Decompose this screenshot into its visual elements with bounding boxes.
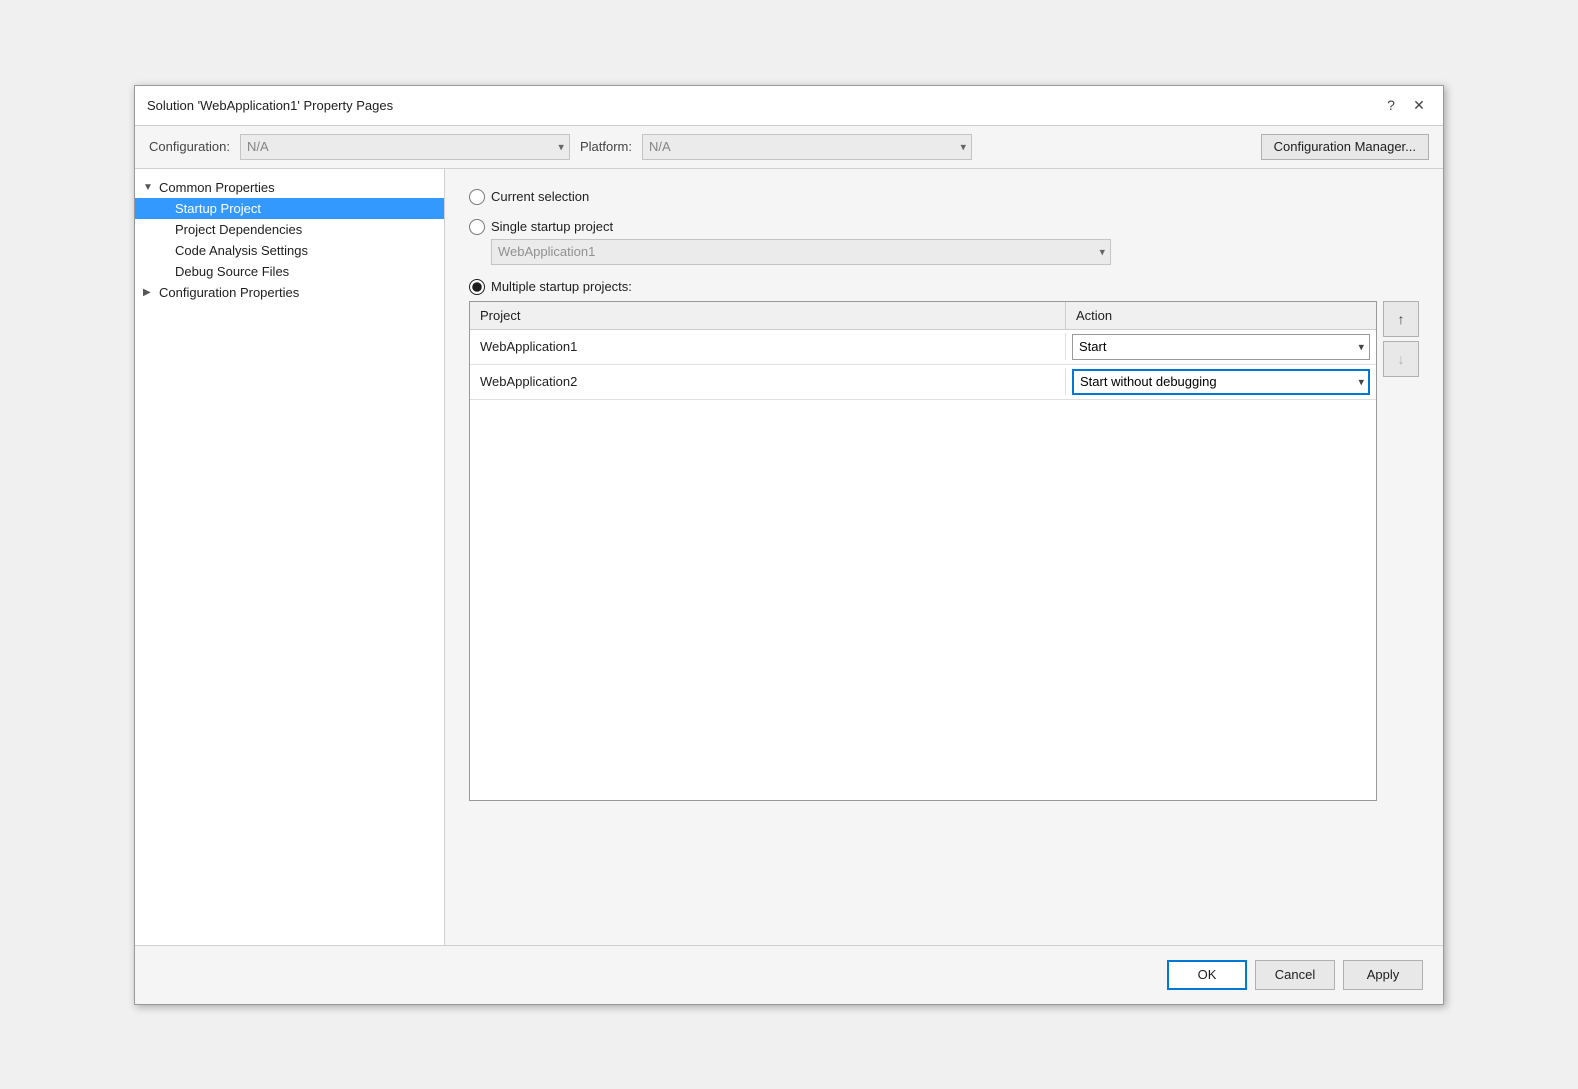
project-dependencies-label: Project Dependencies xyxy=(175,222,302,237)
sidebar-item-debug-source-files[interactable]: Debug Source Files xyxy=(135,261,444,282)
sidebar-item-code-analysis-settings[interactable]: Code Analysis Settings xyxy=(135,240,444,261)
table-header: Project Action xyxy=(470,302,1376,330)
title-bar: Solution 'WebApplication1' Property Page… xyxy=(135,86,1443,126)
sidebar-item-configuration-properties[interactable]: ▶ Configuration Properties xyxy=(135,282,444,303)
single-startup-row: Single startup project xyxy=(469,219,1419,235)
row1-project: WebApplication1 xyxy=(470,333,1066,360)
row1-action-cell: None Start Start without debugging xyxy=(1066,330,1376,364)
row2-action-select[interactable]: None Start Start without debugging xyxy=(1072,369,1370,395)
table-row: WebApplication1 None Start Start without… xyxy=(470,330,1376,365)
sidebar-item-project-dependencies[interactable]: Project Dependencies xyxy=(135,219,444,240)
code-analysis-label: Code Analysis Settings xyxy=(175,243,308,258)
move-down-button[interactable]: ↓ xyxy=(1383,341,1419,377)
row2-project: WebApplication2 xyxy=(470,368,1066,395)
single-startup-section: Single startup project WebApplication1 xyxy=(469,219,1419,265)
startup-project-label: Startup Project xyxy=(175,201,261,216)
apply-button[interactable]: Apply xyxy=(1343,960,1423,990)
property-pages-dialog: Solution 'WebApplication1' Property Page… xyxy=(134,85,1444,1005)
sidebar: ▼ Common Properties Startup Project Proj… xyxy=(135,169,445,945)
projects-table: Project Action WebApplication1 xyxy=(469,301,1377,801)
single-startup-label[interactable]: Single startup project xyxy=(491,219,613,234)
main-content: ▼ Common Properties Startup Project Proj… xyxy=(135,169,1443,945)
col-project: Project xyxy=(470,302,1066,329)
sidebar-item-common-properties[interactable]: ▼ Common Properties xyxy=(135,177,444,198)
radio-group: Current selection Single startup project… xyxy=(469,189,1419,801)
ok-button[interactable]: OK xyxy=(1167,960,1247,990)
table-empty-area xyxy=(470,400,1376,780)
row1-action-select[interactable]: None Start Start without debugging xyxy=(1072,334,1370,360)
row2-action-select-wrap: None Start Start without debugging xyxy=(1072,369,1370,395)
single-startup-select[interactable]: WebApplication1 xyxy=(491,239,1111,265)
title-bar-buttons: ? ✕ xyxy=(1379,93,1431,117)
multiple-startup-section: Multiple startup projects: Project Actio… xyxy=(469,279,1419,801)
cancel-button[interactable]: Cancel xyxy=(1255,960,1335,990)
platform-select-wrap: N/A xyxy=(642,134,972,160)
dialog-title: Solution 'WebApplication1' Property Page… xyxy=(147,98,393,113)
close-button[interactable]: ✕ xyxy=(1407,93,1431,117)
table-row: WebApplication2 None Start Start without… xyxy=(470,365,1376,400)
right-panel: Current selection Single startup project… xyxy=(445,169,1443,945)
config-select-wrap: N/A xyxy=(240,134,570,160)
common-properties-arrow: ▼ xyxy=(143,182,159,193)
move-buttons: ↑ ↓ xyxy=(1383,301,1419,377)
config-label: Configuration: xyxy=(149,139,230,154)
platform-select[interactable]: N/A xyxy=(642,134,972,160)
move-up-button[interactable]: ↑ xyxy=(1383,301,1419,337)
common-properties-label: Common Properties xyxy=(159,180,275,195)
single-startup-dropdown-section: WebApplication1 xyxy=(491,239,1419,265)
debug-source-label: Debug Source Files xyxy=(175,264,289,279)
sidebar-item-startup-project[interactable]: Startup Project xyxy=(135,198,444,219)
projects-table-container: Project Action WebApplication1 xyxy=(469,301,1419,801)
platform-label: Platform: xyxy=(580,139,632,154)
current-selection-radio[interactable] xyxy=(469,189,485,205)
single-startup-radio[interactable] xyxy=(469,219,485,235)
multiple-startup-radio[interactable] xyxy=(469,279,485,295)
row2-action-cell: None Start Start without debugging xyxy=(1066,365,1376,399)
current-selection-row: Current selection xyxy=(469,189,1419,205)
config-bar: Configuration: N/A Platform: N/A Configu… xyxy=(135,126,1443,169)
multiple-startup-label[interactable]: Multiple startup projects: xyxy=(491,279,632,294)
row1-action-select-wrap: None Start Start without debugging xyxy=(1072,334,1370,360)
current-selection-label[interactable]: Current selection xyxy=(491,189,589,204)
single-startup-select-wrap: WebApplication1 xyxy=(491,239,1111,265)
config-manager-button[interactable]: Configuration Manager... xyxy=(1261,134,1429,160)
col-action: Action xyxy=(1066,302,1376,329)
bottom-bar: OK Cancel Apply xyxy=(135,945,1443,1004)
config-select[interactable]: N/A xyxy=(240,134,570,160)
help-button[interactable]: ? xyxy=(1379,93,1403,117)
projects-table-section: Project Action WebApplication1 xyxy=(469,301,1419,801)
multiple-startup-row: Multiple startup projects: xyxy=(469,279,1419,295)
config-properties-arrow: ▶ xyxy=(143,287,159,298)
config-properties-label: Configuration Properties xyxy=(159,285,299,300)
